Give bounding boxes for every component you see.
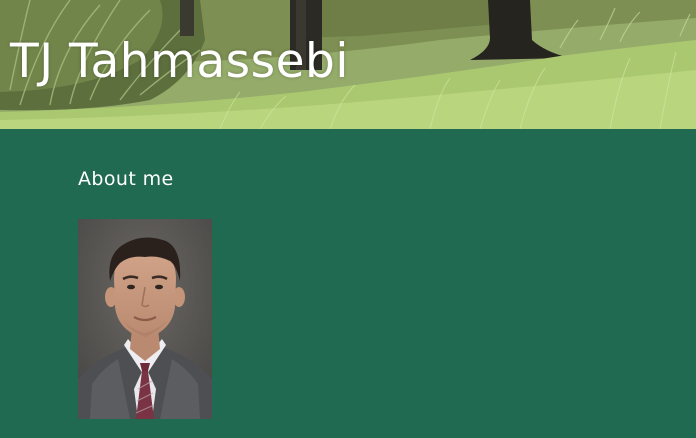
about-me-heading: About me <box>78 168 174 190</box>
main-content: About me <box>0 129 696 438</box>
site-title: TJ Tahmassebi <box>10 34 349 89</box>
header-banner: TJ Tahmassebi <box>0 0 696 129</box>
portrait-photo <box>78 219 212 419</box>
page: TJ Tahmassebi About me <box>0 0 696 438</box>
